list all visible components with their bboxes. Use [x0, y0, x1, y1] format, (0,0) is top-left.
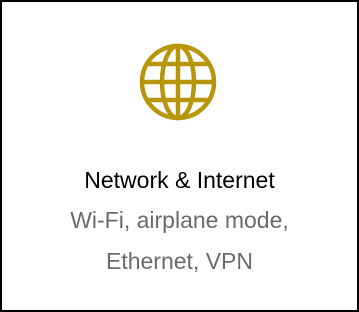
tile-title: Network & Internet: [84, 167, 275, 193]
network-internet-tile[interactable]: Network & Internet Wi-Fi, airplane mode,…: [0, 0, 359, 312]
tile-description-line1: Wi-Fi, airplane mode,: [70, 207, 289, 233]
tile-description-line2: Ethernet, VPN: [105, 248, 254, 274]
globe-icon: [138, 42, 218, 122]
